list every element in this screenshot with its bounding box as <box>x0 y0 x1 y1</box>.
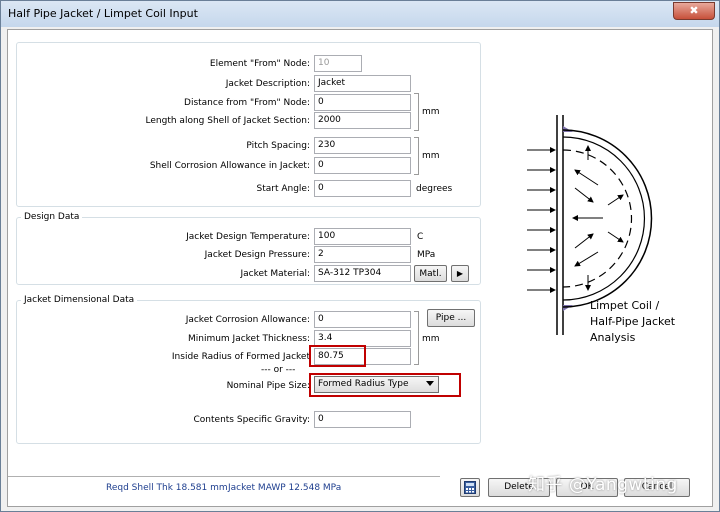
design-pressure-label: Jacket Design Pressure: <box>204 250 310 260</box>
calculator-glyph <box>464 481 476 494</box>
unit-mm-1: mm <box>422 107 440 117</box>
unit-c: C <box>417 232 424 242</box>
unit-degrees: degrees <box>416 184 453 194</box>
distance-from-node-input[interactable]: 0 <box>314 94 411 111</box>
diagram-caption-line-2: Half-Pipe Jacket <box>590 315 676 328</box>
dialog-window: Half Pipe Jacket / Limpet Coil Input ✖ E… <box>0 0 720 512</box>
diagram-caption-line-3: Analysis <box>590 331 636 344</box>
mm-bracket-3 <box>414 311 419 365</box>
nominal-pipe-size-highlight <box>309 373 461 397</box>
status-separator <box>8 476 440 477</box>
unit-mpa: MPa <box>417 250 436 260</box>
dimensional-data-group: Jacket Dimensional Data Jacket Corrosion… <box>16 295 481 444</box>
length-along-shell-label: Length along Shell of Jacket Section: <box>145 116 310 126</box>
pitch-spacing-input[interactable]: 230 <box>314 137 411 154</box>
specific-gravity-input[interactable]: 0 <box>314 411 411 428</box>
jacket-description-label: Jacket Description: <box>225 79 310 89</box>
diagram-caption-line-1: Limpet Coil / <box>590 299 660 312</box>
calculator-icon[interactable] <box>460 478 480 497</box>
shell-corrosion-label: Shell Corrosion Allowance in Jacket: <box>149 161 310 171</box>
material-button[interactable]: Matl. <box>414 265 447 282</box>
pitch-spacing-label: Pitch Spacing: <box>246 141 310 151</box>
close-icon[interactable]: ✖ <box>673 2 715 20</box>
start-angle-input[interactable]: 0 <box>314 180 411 197</box>
length-along-shell-input[interactable]: 2000 <box>314 112 411 129</box>
start-angle-label: Start Angle: <box>256 184 311 194</box>
jacket-corrosion-input[interactable]: 0 <box>314 311 411 328</box>
or-separator: --- or --- <box>261 365 296 375</box>
design-data-group: Design Data Jacket Design Temperature: 1… <box>16 212 481 285</box>
shell-corrosion-input[interactable]: 0 <box>314 157 411 174</box>
nominal-pipe-size-label: Nominal Pipe Size: <box>226 381 310 391</box>
title-bar[interactable]: Half Pipe Jacket / Limpet Coil Input ✖ <box>1 1 719 27</box>
watermark-text: 知乎 @Yangwting <box>528 475 678 495</box>
pipe-button[interactable]: Pipe ... <box>427 309 475 327</box>
design-temperature-input[interactable]: 100 <box>314 228 411 245</box>
unit-mm-2: mm <box>422 151 440 161</box>
unit-mm-3: mm <box>422 334 440 344</box>
jacket-corrosion-label: Jacket Corrosion Allowance: <box>185 315 310 325</box>
window-title: Half Pipe Jacket / Limpet Coil Input <box>8 7 198 20</box>
inside-radius-label: Inside Radius of Formed Jacket <box>171 352 310 362</box>
play-arrow-icon[interactable]: ▶ <box>451 265 469 282</box>
min-jacket-thickness-label: Minimum Jacket Thickness: <box>187 334 310 344</box>
jacket-description-input[interactable]: Jacket <box>314 75 411 92</box>
required-shell-thickness: Reqd Shell Thk 18.581 mm <box>106 483 228 493</box>
specific-gravity-label: Contents Specific Gravity: <box>193 415 310 425</box>
dialog-body: Element "From" Node: 10 Jacket Descripti… <box>7 29 713 507</box>
jacket-material-label: Jacket Material: <box>240 269 310 279</box>
jacket-mawp: Jacket MAWP 12.548 MPa <box>228 483 342 493</box>
diagram-caption: Limpet Coil / Half-Pipe Jacket Analysis <box>590 298 675 346</box>
inside-radius-highlight <box>309 345 366 367</box>
dimensional-data-title: Jacket Dimensional Data <box>21 295 138 305</box>
design-data-title: Design Data <box>21 212 83 222</box>
design-temperature-label: Jacket Design Temperature: <box>186 232 310 242</box>
jacket-geometry-group: Element "From" Node: 10 Jacket Descripti… <box>16 42 481 207</box>
distance-from-node-label: Distance from "From" Node: <box>184 98 310 108</box>
from-node-input[interactable]: 10 <box>314 55 362 72</box>
mm-bracket <box>414 93 419 131</box>
jacket-material-input[interactable]: SA-312 TP304 <box>314 265 411 282</box>
from-node-label: Element "From" Node: <box>209 59 310 69</box>
design-pressure-input[interactable]: 2 <box>314 246 411 263</box>
mm-bracket-2 <box>414 137 419 175</box>
